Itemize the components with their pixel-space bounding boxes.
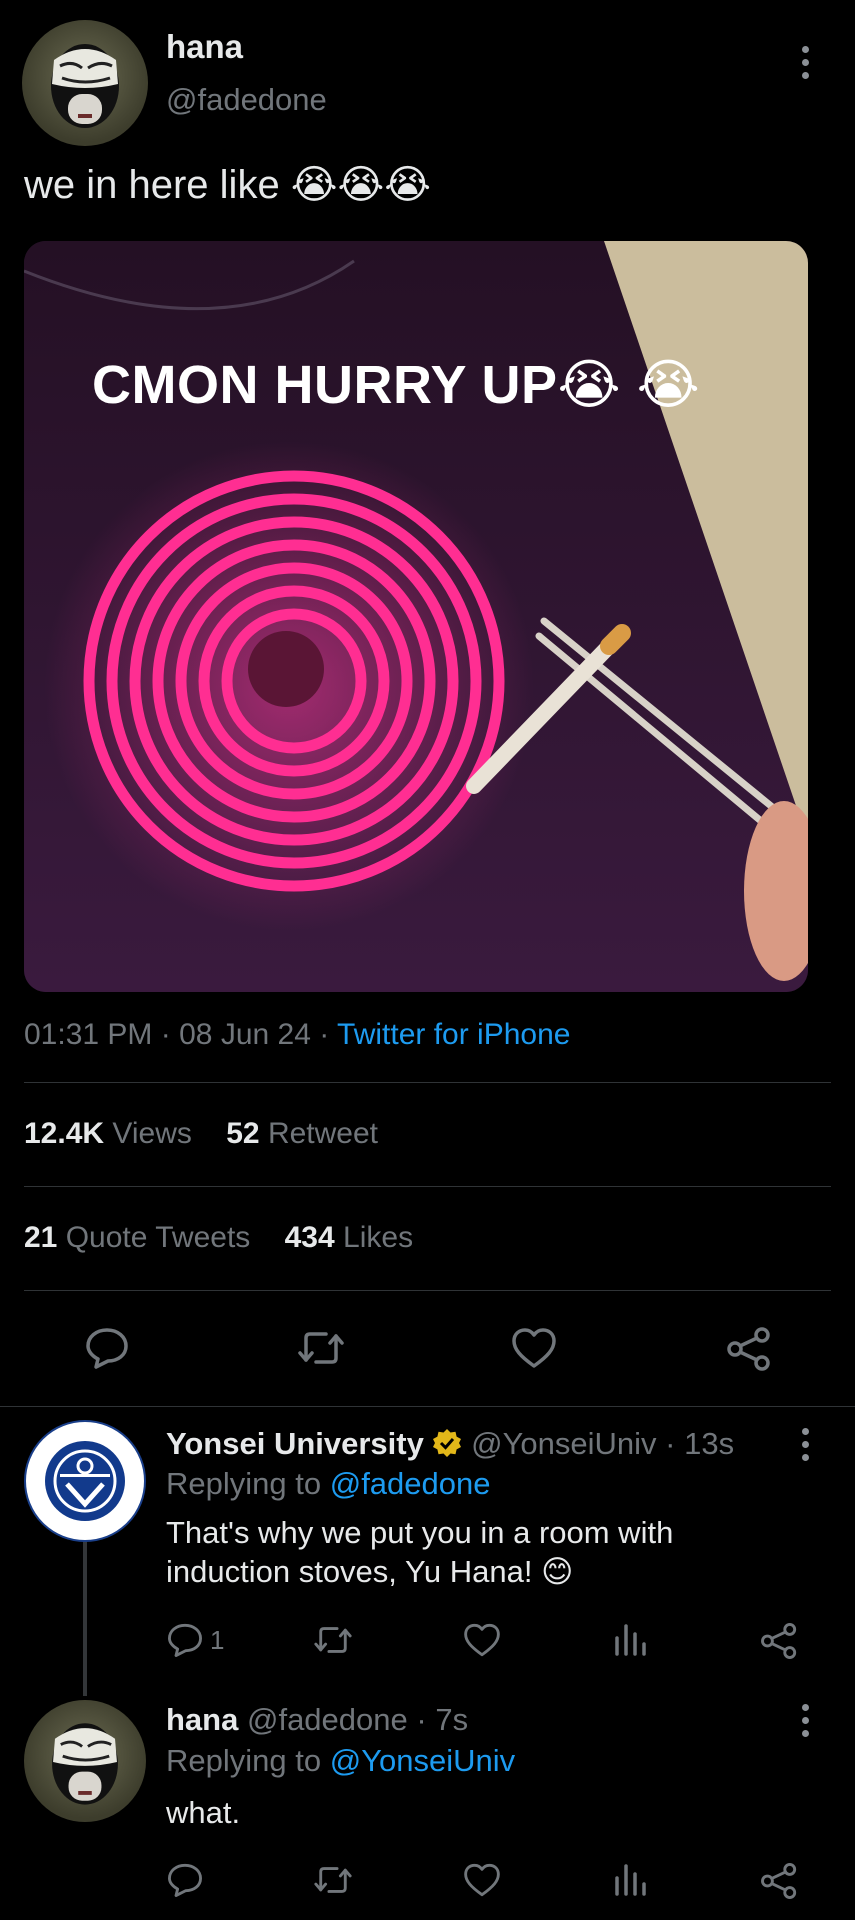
retweet-icon — [298, 1332, 344, 1364]
reply-icon — [168, 1623, 202, 1657]
like-button[interactable] — [510, 1326, 558, 1370]
views-count: 12.4K — [24, 1117, 105, 1150]
views-stat[interactable]: 12.4K Views — [24, 1117, 200, 1150]
quotes-count: 21 — [24, 1221, 58, 1254]
reply-text-line2: induction stoves, Yu Hana! 😊 — [166, 1554, 574, 1589]
tweet-date: 08 Jun 24 — [179, 1018, 311, 1051]
reply-icon — [86, 1328, 128, 1369]
replying-to-handle[interactable]: @fadedone — [330, 1466, 491, 1501]
verified-badge-icon — [433, 1429, 462, 1457]
stats-row-2: 21 Quote Tweets 434 Likes — [24, 1221, 413, 1255]
reply-reply-button[interactable]: 1 — [166, 1622, 224, 1658]
replying-label: Replying to — [166, 1743, 322, 1778]
reply2-text: what. — [166, 1795, 241, 1830]
tweet-time: 01:31 PM — [24, 1018, 153, 1051]
reply2-views-button[interactable] — [613, 1862, 647, 1898]
troll-face-avatar-icon — [52, 1723, 118, 1805]
like-icon — [464, 1623, 500, 1657]
reply2-age: · 7s — [416, 1702, 469, 1737]
reply-text-line1: That's why we put you in a room with — [166, 1515, 674, 1550]
thread-line — [83, 1516, 87, 1696]
reply2-replying-to: Replying to @YonseiUniv — [166, 1743, 515, 1779]
retweets-count: 52 — [226, 1117, 260, 1150]
likes-label: Likes — [343, 1221, 414, 1254]
reply2-like-button[interactable] — [462, 1862, 502, 1898]
retweet-icon — [314, 1627, 352, 1653]
author-handle[interactable]: @fadedone — [166, 82, 327, 118]
yonsei-logo-icon — [28, 1424, 142, 1538]
share-icon — [761, 1623, 797, 1659]
share-button[interactable] — [726, 1326, 772, 1372]
quotes-stat[interactable]: 21 Quote Tweets — [24, 1221, 259, 1254]
reply2-author-name[interactable]: hana — [166, 1702, 238, 1737]
tweet-meta: 01:31 PM · 08 Jun 24 · Twitter for iPhon… — [24, 1018, 570, 1052]
tweet-media[interactable]: CMON HURRY UP😭 😭 — [24, 241, 808, 992]
reply2-more-options-icon[interactable] — [799, 1704, 811, 1737]
views-icon — [615, 1624, 646, 1656]
yonsei-avatar[interactable] — [24, 1420, 146, 1542]
divider — [0, 1406, 855, 1407]
reply-more-options-icon[interactable] — [799, 1428, 811, 1461]
replying-to-handle[interactable]: @YonseiUniv — [330, 1743, 515, 1778]
retweets-stat[interactable]: 52 Retweet — [226, 1117, 378, 1150]
reply-age: · 13s — [665, 1426, 735, 1461]
likes-stat[interactable]: 434 Likes — [285, 1221, 413, 1254]
share-icon — [761, 1863, 797, 1899]
divider — [24, 1186, 831, 1187]
reply-author-avatar[interactable] — [24, 1700, 146, 1822]
views-label: Views — [112, 1117, 192, 1150]
media-caption: CMON HURRY UP😭 😭 — [92, 355, 701, 415]
like-icon — [512, 1328, 556, 1368]
tweet-text: we in here like 😭😭😭 — [24, 163, 432, 207]
reply-author-handle[interactable]: @YonseiUniv — [471, 1426, 656, 1461]
retweet-icon — [314, 1867, 352, 1893]
share-icon — [727, 1327, 770, 1371]
separator: · — [160, 1018, 171, 1051]
divider — [24, 1082, 831, 1083]
likes-count: 434 — [284, 1221, 335, 1254]
separator: · — [319, 1018, 330, 1051]
reply2-share-button[interactable] — [760, 1862, 798, 1900]
quotes-label: Quote Tweets — [65, 1221, 251, 1254]
replying-to: Replying to @fadedone — [166, 1466, 491, 1502]
reply-icon — [168, 1863, 202, 1897]
troll-face-avatar-icon — [51, 44, 119, 128]
retweets-label: Retweet — [267, 1117, 379, 1150]
reply-like-button[interactable] — [462, 1622, 502, 1658]
stats-row-1: 12.4K Views 52 Retweet — [24, 1117, 378, 1151]
replying-label: Replying to — [166, 1466, 322, 1501]
reply-header: Yonsei University @YonseiUniv · 13s — [166, 1426, 734, 1462]
reply-views-button[interactable] — [613, 1622, 647, 1658]
divider — [24, 1290, 831, 1291]
retweet-button[interactable] — [296, 1326, 346, 1370]
reply2-retweet-button[interactable] — [312, 1862, 354, 1898]
reply-count: 1 — [210, 1624, 225, 1655]
more-options-icon[interactable] — [799, 46, 811, 79]
like-icon — [464, 1863, 500, 1897]
reply-author-name[interactable]: Yonsei University — [166, 1426, 424, 1461]
author-name[interactable]: hana — [166, 28, 243, 66]
reply2-header: hana @fadedone · 7s — [166, 1702, 468, 1738]
reply2-reply-button[interactable] — [166, 1862, 204, 1898]
reply-share-button[interactable] — [760, 1622, 798, 1660]
reply-button[interactable] — [84, 1326, 130, 1370]
views-icon — [615, 1864, 646, 1896]
reply-retweet-button[interactable] — [312, 1622, 354, 1658]
reply2-author-handle[interactable]: @fadedone — [247, 1702, 408, 1737]
author-avatar[interactable] — [22, 20, 148, 146]
tweet-source-link[interactable]: Twitter for iPhone — [337, 1018, 570, 1051]
